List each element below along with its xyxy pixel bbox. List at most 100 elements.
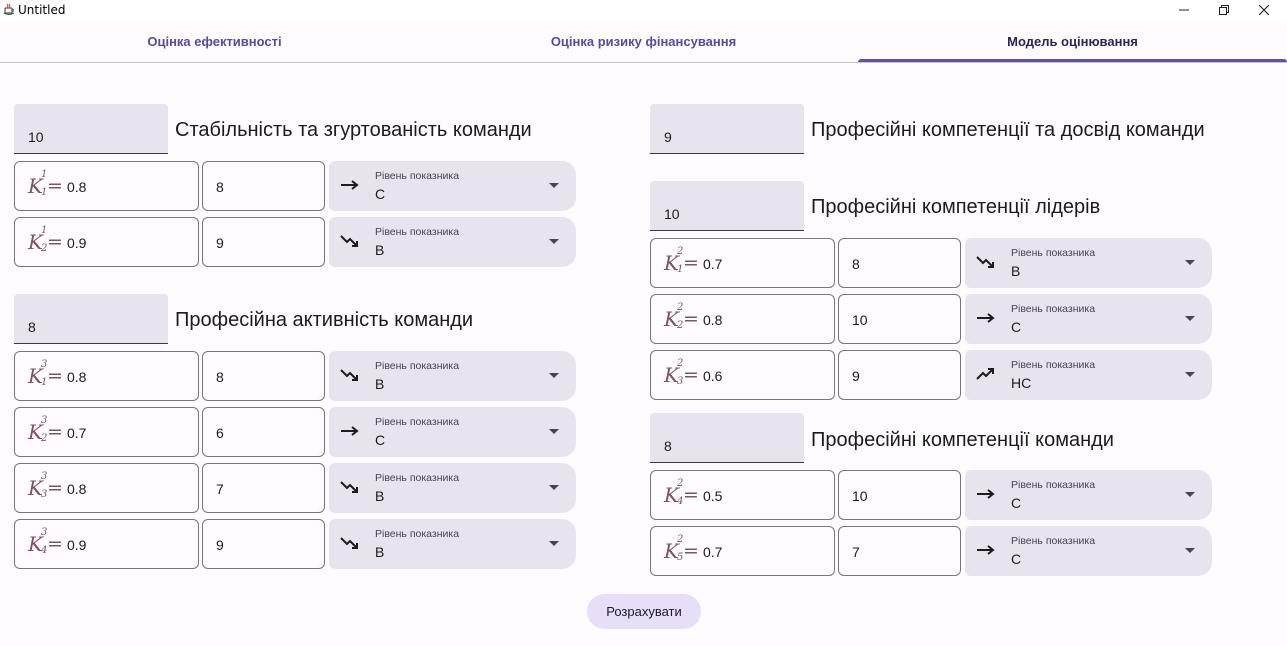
arrow-right-icon <box>341 426 359 436</box>
level-label: Рівень показника <box>375 170 460 182</box>
k-symbol: K32 <box>28 415 48 444</box>
indicator-value-field[interactable]: 10 <box>838 470 961 520</box>
dropdown-arrow-icon <box>549 183 559 188</box>
level-select[interactable]: Рівень показника HC <box>965 350 1212 400</box>
k-coefficient-field[interactable]: K 3 4 = 0.9 <box>14 519 199 569</box>
indicator-value-field[interactable]: 6 <box>202 407 325 457</box>
group-score-field[interactable]: 8 <box>650 413 804 463</box>
tab-label: Оцінка ефективності <box>147 34 282 49</box>
level-value: C <box>375 186 386 202</box>
level-value: C <box>1011 495 1022 511</box>
level-label: Рівень показника <box>375 226 460 238</box>
restore-icon <box>1219 5 1229 15</box>
k-value: 0.8 <box>67 481 87 497</box>
k-value: 0.5 <box>703 488 723 504</box>
k-symbol: K33 <box>28 471 48 500</box>
level-select[interactable]: Рівень показника B <box>965 238 1212 288</box>
k-coefficient-field[interactable]: K 3 1 = 0.8 <box>14 351 199 401</box>
indicator-value-field[interactable]: 9 <box>202 519 325 569</box>
k-coefficient-field[interactable]: K 3 2 = 0.7 <box>14 407 199 457</box>
group-score-field[interactable]: 8 <box>14 294 168 344</box>
level-label: Рівень показника <box>375 416 460 428</box>
k-coefficient-field[interactable]: K 3 3 = 0.8 <box>14 463 199 513</box>
level-value: B <box>375 376 385 392</box>
close-icon <box>1259 5 1269 15</box>
arrow-right-icon <box>977 313 995 323</box>
k-value: 0.7 <box>703 256 723 272</box>
group-score-field[interactable]: 10 <box>14 104 168 154</box>
tab-financing-risk[interactable]: Оцінка ризику фінансування <box>429 20 858 63</box>
indicator-value-field[interactable]: 10 <box>838 294 961 344</box>
k-symbol: K21 <box>664 246 684 275</box>
group-title: Професійні компетенції лідерів <box>811 196 1101 218</box>
arrow-right-icon <box>977 489 995 499</box>
level-select[interactable]: Рівень показника C <box>329 407 576 457</box>
minimize-button[interactable] <box>1164 0 1204 20</box>
k-coefficient-field[interactable]: K 1 2 = 0.9 <box>14 217 199 267</box>
level-select[interactable]: Рівень показника C <box>965 470 1212 520</box>
restore-button[interactable] <box>1204 0 1244 20</box>
group-score-field[interactable]: 10 <box>650 181 804 231</box>
indicator-value: 9 <box>216 537 224 553</box>
group-score-value: 10 <box>664 206 680 222</box>
dropdown-arrow-icon <box>549 429 559 434</box>
group-score-value: 8 <box>28 319 36 335</box>
level-label: Рівень показника <box>375 472 460 484</box>
dropdown-arrow-icon <box>1185 316 1195 321</box>
group-score-field[interactable]: 9 <box>650 104 804 154</box>
k-coefficient-field[interactable]: K 1 1 = 0.8 <box>14 161 199 211</box>
k-value: 0.7 <box>703 544 723 560</box>
k-coefficient-field[interactable]: K 2 4 = 0.5 <box>650 470 835 520</box>
group-title: Професійні компетенції команди <box>811 429 1114 451</box>
level-value: B <box>375 488 385 504</box>
dropdown-arrow-icon <box>549 541 559 546</box>
level-select[interactable]: Рівень показника B <box>329 351 576 401</box>
level-label: Рівень показника <box>375 528 460 540</box>
indicator-value-field[interactable]: 7 <box>202 463 325 513</box>
level-label: Рівень показника <box>1011 479 1096 491</box>
k-coefficient-field[interactable]: K 2 3 = 0.6 <box>650 350 835 400</box>
level-select[interactable]: Рівень показника B <box>329 217 576 267</box>
calculate-button[interactable]: Розрахувати <box>587 594 701 629</box>
tab-evaluation-model[interactable]: Модель оцінювання <box>858 20 1287 63</box>
close-button[interactable] <box>1244 0 1284 20</box>
k-symbol: K31 <box>28 359 48 388</box>
trending-down-icon <box>340 537 358 549</box>
indicator-value-field[interactable]: 8 <box>202 351 325 401</box>
level-select[interactable]: Рівень показника C <box>965 526 1212 576</box>
indicator-value-field[interactable]: 9 <box>838 350 961 400</box>
tab-efficiency[interactable]: Оцінка ефективності <box>0 20 429 63</box>
indicator-value-field[interactable]: 9 <box>202 217 325 267</box>
indicator-value: 8 <box>216 369 224 385</box>
k-symbol: K25 <box>664 534 684 563</box>
trending-down-icon <box>340 481 358 493</box>
indicator-value: 8 <box>216 179 224 195</box>
title-bar: Untitled <box>0 0 1287 20</box>
level-value: C <box>375 432 386 448</box>
k-coefficient-field[interactable]: K 2 1 = 0.7 <box>650 238 835 288</box>
dropdown-arrow-icon <box>549 373 559 378</box>
level-select[interactable]: Рівень показника C <box>965 294 1212 344</box>
indicator-value-field[interactable]: 8 <box>202 161 325 211</box>
indicator-value-field[interactable]: 8 <box>838 238 961 288</box>
level-select[interactable]: Рівень показника B <box>329 519 576 569</box>
tab-label: Модель оцінювання <box>1007 34 1138 49</box>
level-select[interactable]: Рівень показника B <box>329 463 576 513</box>
dropdown-arrow-icon <box>1185 492 1195 497</box>
level-label: Рівень показника <box>1011 359 1096 371</box>
level-label: Рівень показника <box>375 360 460 372</box>
k-symbol: K22 <box>664 302 684 331</box>
level-value: HC <box>1011 375 1032 391</box>
level-value: B <box>375 544 385 560</box>
level-select[interactable]: Рівень показника C <box>329 161 576 211</box>
k-coefficient-field[interactable]: K 2 5 = 0.7 <box>650 526 835 576</box>
k-value: 0.6 <box>703 368 723 384</box>
indicator-value-field[interactable]: 7 <box>838 526 961 576</box>
arrow-right-icon <box>977 545 995 555</box>
dropdown-arrow-icon <box>1185 372 1195 377</box>
window-title: Untitled <box>18 3 66 17</box>
indicator-value: 6 <box>216 425 224 441</box>
k-value: 0.8 <box>67 179 87 195</box>
k-coefficient-field[interactable]: K 2 2 = 0.8 <box>650 294 835 344</box>
active-tab-indicator <box>858 59 1287 62</box>
